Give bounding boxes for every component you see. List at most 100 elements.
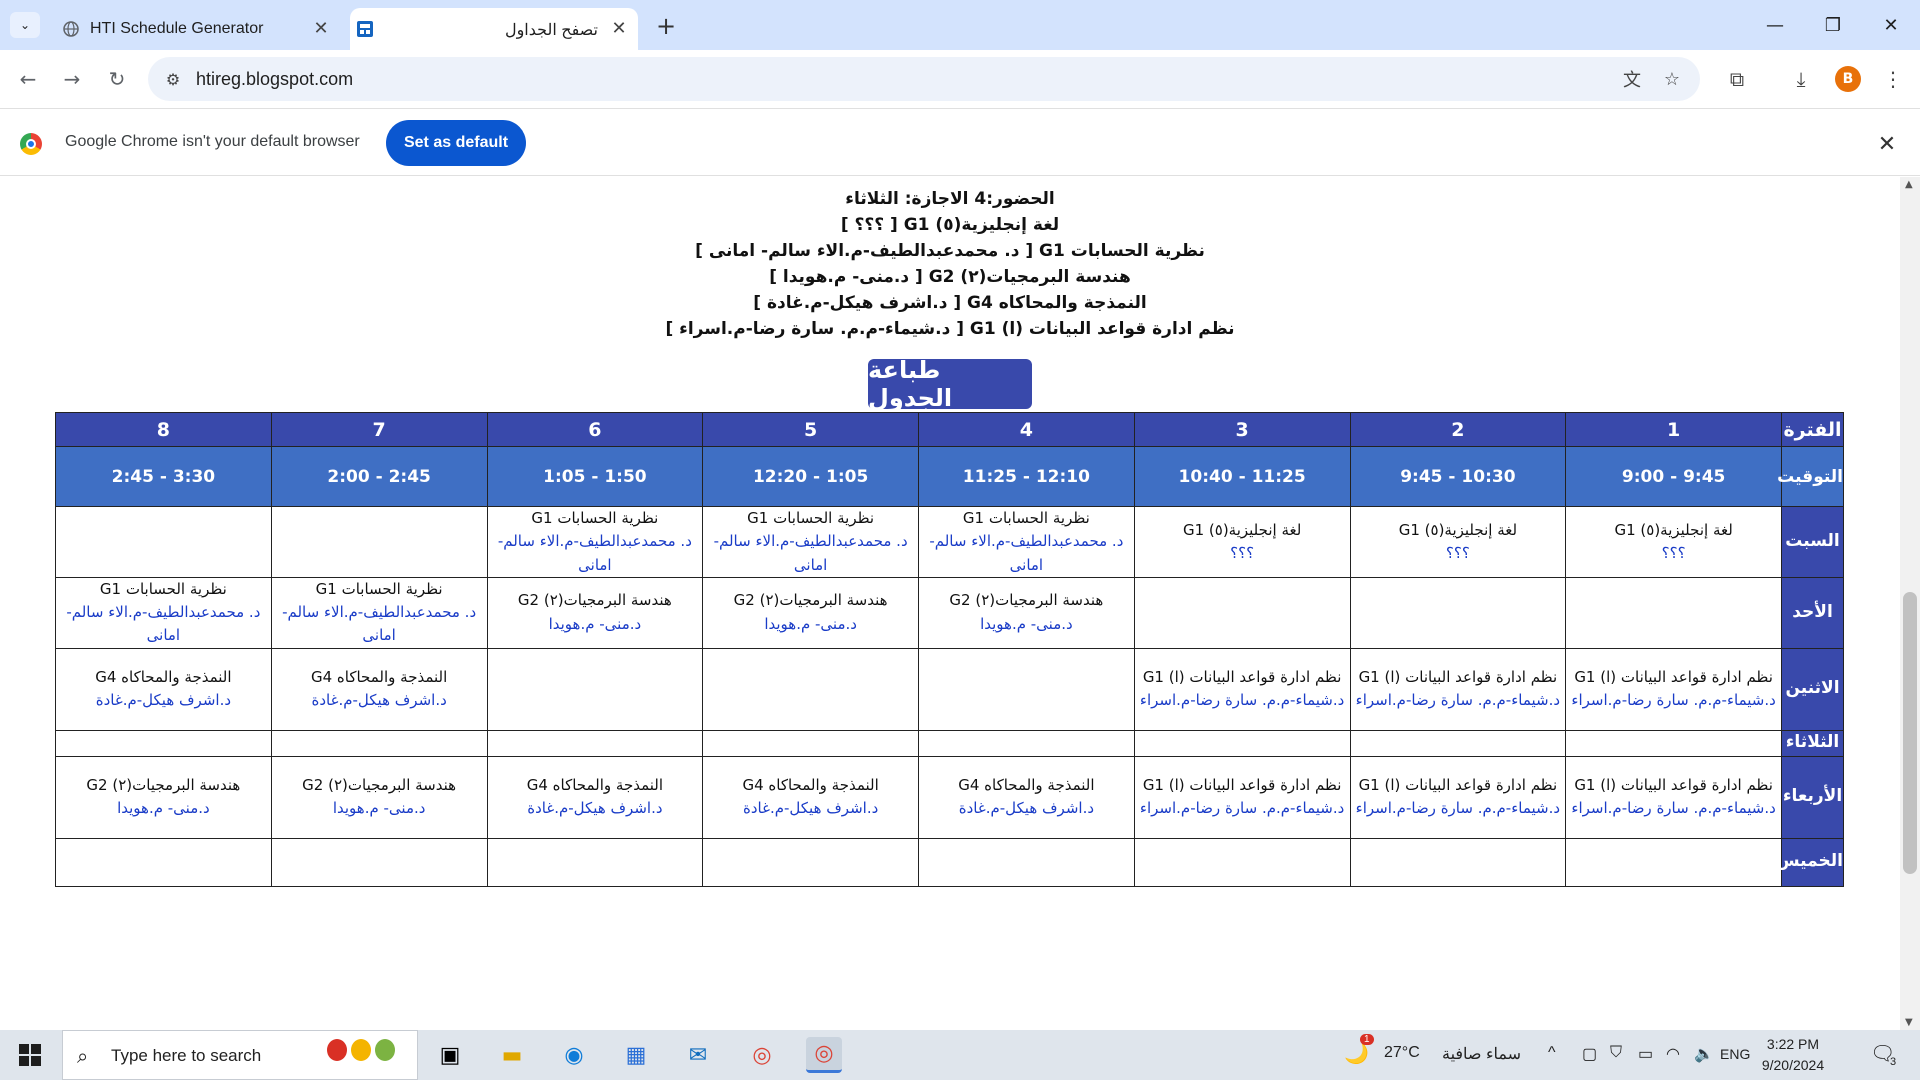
instructor-name: د.شيماء-م.م. سارة رضا-م.اسراء	[1355, 799, 1561, 817]
period-number: 1	[1565, 412, 1782, 447]
search-highlight-fruit-icon	[375, 1039, 395, 1061]
taskbar-clock[interactable]: 3:22 PM 9/20/2024	[1758, 1034, 1828, 1076]
page-scrollbar[interactable]: ▲ ▼	[1900, 177, 1920, 1030]
profile-avatar[interactable]: B	[1835, 66, 1861, 92]
tab-search-button[interactable]: ⌄	[10, 12, 40, 38]
period-number: 7	[270, 412, 488, 447]
language-indicator[interactable]: ENG	[1720, 1046, 1750, 1062]
address-bar[interactable]: ⚙ htireg.blogspot.com 文 ☆	[148, 57, 1700, 101]
store-button[interactable]: ▦	[618, 1037, 654, 1073]
taskbar-search-box[interactable]: ⌕ Type here to search	[62, 1030, 418, 1080]
course-name: نظرية الحسابات G1	[99, 579, 227, 598]
schedule-cell: لغة إنجليزية(٥) G1 ؟؟؟	[1133, 506, 1351, 578]
schedule-cell: هندسة البرمجيات(٢) G2 د.منى- م.هويدا	[55, 755, 272, 839]
weather-badge: 1	[1360, 1034, 1374, 1045]
course-summary-line: لغة إنجليزية(٥) G1 [ ؟؟؟ ]	[840, 215, 1060, 235]
course-name: نظرية الحسابات G1	[962, 509, 1090, 527]
mail-button[interactable]: ✉	[680, 1037, 716, 1073]
schedule-cell: نظرية الحسابات G1 د. محمدعبدالطيف-م.الاء …	[55, 576, 272, 649]
schedule-cell: هندسة البرمجيات(٢) G2 د.منى- م.هويدا	[486, 576, 704, 649]
restore-button[interactable]: ❐	[1810, 10, 1856, 40]
schedule-cell: نظرية الحسابات G1 د. محمدعبدالطيف-م.الاء …	[486, 506, 704, 578]
file-explorer-button[interactable]: ▬	[494, 1037, 530, 1073]
schedule-cell: هندسة البرمجيات(٢) G2 د.منى- م.هويدا	[918, 576, 1135, 649]
task-view-button[interactable]: ▣	[432, 1037, 468, 1073]
close-tab-icon[interactable]: ✕	[310, 17, 332, 39]
weather-temp[interactable]: 27°C	[1384, 1044, 1420, 1062]
schedule-day-row: الأحد هندسة البرمجيات(٢) G2 د.منى- م.هويدا…	[55, 576, 1844, 649]
course-name: نظم ادارة قواعد البيانات (ا) G1	[1574, 775, 1773, 794]
course-name: النمذجة والمحاكاه G4	[95, 667, 232, 686]
weather-desc[interactable]: سماء صافية	[1442, 1044, 1521, 1064]
chrome-logo-icon	[20, 133, 42, 155]
bookmark-star-icon[interactable]: ☆	[1660, 67, 1684, 91]
schedule-cell: نظم ادارة قواعد البيانات (ا) G1 د.شيماء-م…	[1349, 755, 1567, 839]
schedule-cell: النمذجة والمحاكاه G4 د.اشرف هيكل-م.غادة	[918, 755, 1135, 839]
minimize-button[interactable]: —	[1752, 10, 1798, 40]
wifi-icon[interactable]: ◠	[1666, 1044, 1680, 1064]
download-icon[interactable]: ⤓	[1786, 64, 1816, 94]
url-text[interactable]: htireg.blogspot.com	[196, 69, 353, 90]
reload-button[interactable]: ↻	[101, 63, 133, 95]
print-schedule-button[interactable]: طباعة الجدول	[868, 356, 1032, 412]
tab-browse-schedules[interactable]: تصفح الجداول ✕	[350, 8, 638, 50]
day-label: السبت	[1781, 506, 1844, 578]
meet-now-icon[interactable]: ▢	[1582, 1044, 1597, 1064]
period-number: 4	[918, 412, 1135, 447]
instructor-name: د.منى- م.هويدا	[548, 614, 642, 633]
set-as-default-button[interactable]: Set as default	[386, 120, 526, 166]
course-name: نظم ادارة قواعد البيانات (ا) G1	[1358, 667, 1558, 686]
course-name: هندسة البرمجيات(٢) G2	[733, 591, 888, 610]
scrollbar-thumb[interactable]	[1903, 592, 1917, 874]
forward-button[interactable]: →	[56, 63, 88, 95]
security-icon[interactable]: ⛉	[1610, 1044, 1622, 1062]
tab-title: تصفح الجداول	[504, 22, 598, 39]
extensions-icon[interactable]: ⧉	[1722, 64, 1752, 94]
back-button[interactable]: ←	[12, 63, 44, 95]
scroll-down-icon[interactable]: ▼	[1905, 1017, 1913, 1028]
infobar-message: Google Chrome isn't your default browser	[65, 133, 360, 150]
period-number: 8	[55, 412, 272, 447]
schedule-cell	[1133, 576, 1351, 649]
instructor-name: د. محمدعبدالطيف-م.الاء سالم- امانى	[282, 603, 477, 645]
chrome-button[interactable]: ◎	[744, 1037, 780, 1073]
close-window-button[interactable]: ✕	[1868, 10, 1914, 40]
instructor-name: د.منى- م.هويدا	[117, 799, 210, 817]
volume-icon[interactable]: 🔈	[1694, 1044, 1714, 1064]
show-hidden-icons[interactable]: ^	[1548, 1044, 1556, 1062]
tab-hti-schedule-generator[interactable]: HTI Schedule Generator ✕	[48, 8, 348, 50]
schedule-cell	[918, 729, 1135, 757]
schedule-cell	[270, 729, 488, 757]
instructor-name: د.شيماء-م.م. سارة رضا-م.اسراء	[1139, 691, 1345, 709]
time-header-label: التوقيت	[1777, 446, 1844, 507]
notification-count: 3	[1890, 1056, 1897, 1068]
edge-button[interactable]: ◉	[556, 1037, 592, 1073]
search-highlight-fruit-icon	[351, 1039, 371, 1061]
schedule-cell: نظم ادارة قواعد البيانات (ا) G1 د.شيماء-م…	[1133, 647, 1351, 731]
schedule-cell	[55, 837, 272, 887]
restore-icon: ❐	[1824, 14, 1842, 36]
course-summary-line: نظم ادارة قواعد البيانات (ا) G1 [ د.شيما…	[665, 319, 1235, 339]
chrome-profile-button[interactable]: ◎	[806, 1037, 842, 1073]
schedule-cell	[270, 506, 488, 578]
scroll-up-icon[interactable]: ▲	[1905, 179, 1913, 190]
course-name: النمذجة والمحاكاه G4	[310, 667, 448, 686]
schedule-cell	[55, 506, 272, 578]
menu-kebab-icon[interactable]: ⋮	[1878, 64, 1908, 94]
windows-taskbar: ⌕ Type here to search ▣ ▬ ◉ ▦ ✉ ◎ ◎ 🌙 1 …	[0, 1030, 1920, 1080]
close-tab-icon[interactable]: ✕	[608, 17, 630, 39]
instructor-name: د. محمدعبدالطيف-م.الاء سالم- امانى	[929, 532, 1124, 574]
infobar-close-icon[interactable]: ✕	[1872, 129, 1902, 159]
course-name: نظرية الحسابات G1	[315, 579, 443, 598]
new-tab-button[interactable]: +	[652, 12, 680, 40]
translate-icon[interactable]: 文	[1620, 67, 1644, 91]
battery-icon[interactable]: ▭	[1638, 1044, 1653, 1064]
close-icon: ✕	[1883, 14, 1899, 36]
schedule-cell: لغة إنجليزية(٥) G1 ؟؟؟	[1349, 506, 1567, 578]
start-button[interactable]	[10, 1040, 50, 1070]
instructor-name: د.منى- م.هويدا	[764, 614, 857, 633]
site-info-icon[interactable]: ⚙	[162, 68, 184, 90]
schedule-cell: النمذجة والمحاكاه G4 د.اشرف هيكل-م.غادة	[702, 755, 919, 839]
time-slot: 10:30 - 9:45	[1349, 446, 1567, 507]
schedule-cell	[1349, 729, 1567, 757]
